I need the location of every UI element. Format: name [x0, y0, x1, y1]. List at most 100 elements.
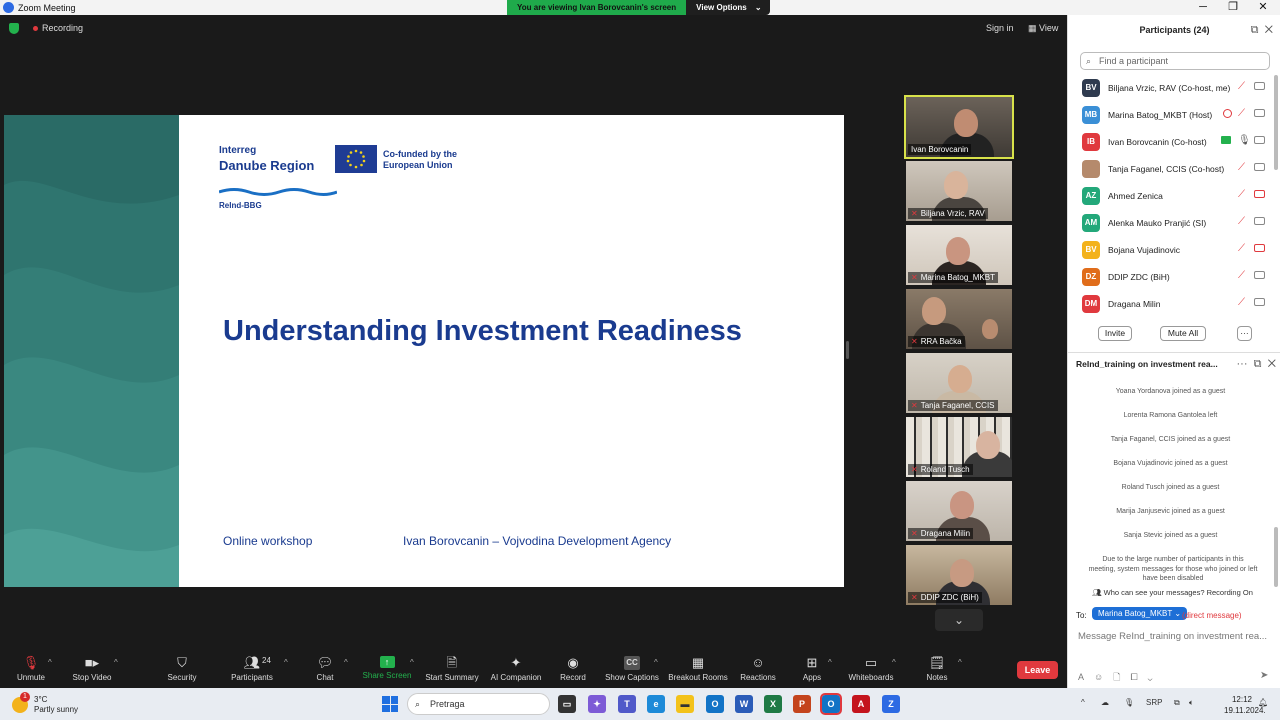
- weather-temperature[interactable]: 3°C: [34, 695, 47, 704]
- edge-browser-icon[interactable]: e: [647, 695, 665, 713]
- video-camera-icon[interactable]: [1254, 109, 1265, 117]
- chevron-up-icon[interactable]: ^: [654, 658, 658, 667]
- whiteboards-button[interactable]: ▭ Whiteboards ^: [846, 652, 896, 688]
- chevron-up-icon[interactable]: ^: [828, 658, 832, 667]
- close-icon[interactable]: ✕: [1268, 358, 1276, 370]
- participant-row[interactable]: DM Dragana Milin ⟋: [1068, 291, 1273, 318]
- record-button[interactable]: ◉ Record: [556, 652, 590, 688]
- stop-video-button[interactable]: ■▸ Stop Video ^: [68, 652, 118, 688]
- copilot-icon[interactable]: ✦: [588, 695, 606, 713]
- weather-condition[interactable]: Partly sunny: [34, 705, 78, 714]
- muted-mic-icon[interactable]: ⟋: [1238, 162, 1245, 173]
- video-thumbnail[interactable]: ✕ DDIP ZDC (BiH): [906, 545, 1012, 605]
- screenshot-icon[interactable]: ⧠: [1130, 672, 1147, 682]
- powerpoint-icon[interactable]: P: [793, 695, 811, 713]
- thumbnails-scroll-down-button[interactable]: ⌄: [935, 609, 983, 631]
- onedrive-icon[interactable]: ☁: [1101, 698, 1109, 707]
- participant-row[interactable]: AZ Ahmed Zenica ⟋: [1068, 183, 1273, 210]
- chevron-up-icon[interactable]: ^: [1081, 698, 1085, 707]
- more-icon[interactable]: ···: [1237, 358, 1248, 370]
- popout-icon[interactable]: ⧉: [1251, 24, 1259, 36]
- microphone-icon[interactable]: 🎙︎: [1124, 698, 1134, 707]
- windows-start-icon[interactable]: [382, 696, 398, 712]
- video-camera-icon[interactable]: [1254, 271, 1265, 279]
- chevron-up-icon[interactable]: ^: [344, 658, 348, 667]
- recipient-dropdown[interactable]: Marina Batog_MKBT ⌄: [1092, 607, 1188, 620]
- word-icon[interactable]: W: [735, 695, 753, 713]
- excel-icon[interactable]: X: [764, 695, 782, 713]
- participant-row[interactable]: MB Marina Batog_MKBT (Host) ⟋: [1068, 102, 1273, 129]
- more-icon[interactable]: ⌄: [1148, 672, 1163, 682]
- emoji-icon[interactable]: ☺: [1094, 672, 1113, 682]
- network-icon[interactable]: ⧉: [1174, 698, 1180, 708]
- popout-icon[interactable]: ⧉: [1254, 358, 1262, 370]
- outlook-active-icon[interactable]: O: [820, 693, 842, 715]
- participant-row[interactable]: IB Ivan Borovcanin (Co-host) 🎙︎: [1068, 129, 1273, 156]
- video-thumbnail[interactable]: Ivan Borovcanin: [904, 95, 1014, 159]
- reactions-button[interactable]: ☺ Reactions: [740, 652, 776, 688]
- teams-icon[interactable]: T: [618, 695, 636, 713]
- muted-mic-icon[interactable]: ⟋: [1238, 243, 1245, 254]
- video-thumbnail[interactable]: ✕ Marina Batog_MKBT: [906, 225, 1012, 285]
- maximize-button[interactable]: ❐: [1218, 0, 1248, 15]
- security-button[interactable]: ⛉ Security: [162, 652, 202, 688]
- apps-button[interactable]: ⊞ Apps ^: [800, 652, 832, 688]
- security-shield-icon[interactable]: [9, 23, 19, 34]
- leave-button[interactable]: Leave: [1017, 661, 1058, 679]
- video-camera-icon[interactable]: [1254, 298, 1265, 306]
- close-icon[interactable]: ✕: [1265, 24, 1273, 36]
- muted-mic-icon[interactable]: ⟋: [1238, 270, 1245, 281]
- minimize-button[interactable]: ─: [1188, 0, 1218, 15]
- muted-mic-icon[interactable]: ⟋: [1238, 216, 1245, 227]
- chevron-up-icon[interactable]: ^: [410, 658, 414, 667]
- start-summary-button[interactable]: 🗎 Start Summary: [424, 652, 480, 688]
- speaker-icon[interactable]: 🔈︎: [1189, 698, 1194, 708]
- taskbar-clock[interactable]: 12:12 19.11.2024.: [1224, 694, 1266, 716]
- chat-button[interactable]: 💬︎ Chat ^: [310, 652, 348, 688]
- chevron-up-icon[interactable]: ^: [48, 658, 52, 667]
- task-view-icon[interactable]: ▭: [558, 695, 576, 713]
- microphone-icon[interactable]: 🎙︎: [1238, 135, 1251, 146]
- participant-search-input[interactable]: ⌕ Find a participant: [1080, 52, 1270, 70]
- chevron-up-icon[interactable]: ^: [284, 658, 288, 667]
- participant-row[interactable]: BV Biljana Vrzic, RAV (Co-host, me) ⟋: [1068, 75, 1273, 102]
- split-resize-handle[interactable]: [846, 341, 849, 359]
- view-options-button[interactable]: View Options ⌄: [686, 0, 770, 15]
- notes-button[interactable]: 🗒︎ Notes ^: [924, 652, 962, 688]
- participant-row[interactable]: BV Bojana Vujadinovic ⟋: [1068, 237, 1273, 264]
- breakout-rooms-button[interactable]: ▦ Breakout Rooms: [666, 652, 730, 688]
- participants-scrollbar[interactable]: [1274, 75, 1278, 170]
- video-thumbnail[interactable]: ✕ Biljana Vrzic, RAV: [906, 161, 1012, 221]
- video-thumbnail[interactable]: ✕ RRA Bačka: [906, 289, 1012, 349]
- chat-scrollbar[interactable]: [1274, 527, 1278, 587]
- send-icon[interactable]: ➤: [1260, 670, 1268, 681]
- video-thumbnail[interactable]: ✕ Roland Tusch: [906, 417, 1012, 477]
- zoom-taskbar-icon[interactable]: Z: [882, 695, 900, 713]
- sign-in-link[interactable]: Sign in: [986, 23, 1014, 33]
- file-icon[interactable]: 🗋: [1113, 672, 1130, 682]
- muted-mic-icon[interactable]: ⟋: [1238, 81, 1245, 92]
- share-screen-button[interactable]: ↑ Share Screen ^: [362, 652, 414, 688]
- video-camera-icon[interactable]: [1254, 136, 1265, 144]
- participant-row[interactable]: AM Alenka Mauko Pranjić (SI) ⟋: [1068, 210, 1273, 237]
- recording-label[interactable]: Recording: [42, 23, 83, 33]
- video-camera-icon[interactable]: [1254, 82, 1265, 90]
- outlook-icon[interactable]: O: [706, 695, 724, 713]
- file-explorer-icon[interactable]: ▬: [676, 695, 694, 713]
- taskbar-search-input[interactable]: ⌕ Pretraga: [407, 693, 550, 715]
- mute-all-button[interactable]: Mute All: [1160, 326, 1206, 341]
- muted-mic-icon[interactable]: ⟋: [1238, 108, 1245, 119]
- muted-mic-icon[interactable]: ⟋: [1238, 189, 1245, 200]
- more-options-button[interactable]: ···: [1237, 326, 1252, 341]
- ai-companion-button[interactable]: ✦ AI Companion: [488, 652, 544, 688]
- video-thumbnail[interactable]: ✕ Tanja Faganel, CCIS: [906, 353, 1012, 413]
- participants-button[interactable]: 👥︎ 24 Participants ^: [228, 652, 288, 688]
- unmute-button[interactable]: 🎙︎ Unmute ^: [10, 652, 52, 688]
- participant-row[interactable]: Tanja Faganel, CCIS (Co-host) ⟋: [1068, 156, 1273, 183]
- view-button[interactable]: ▦ View: [1028, 23, 1058, 34]
- acrobat-icon[interactable]: A: [852, 695, 870, 713]
- who-can-see-link[interactable]: 👥︎ Who can see your messages? Recording …: [1092, 588, 1253, 597]
- chevron-up-icon[interactable]: ^: [892, 658, 896, 667]
- chevron-up-icon[interactable]: ^: [958, 658, 962, 667]
- chevron-up-icon[interactable]: ^: [114, 658, 118, 667]
